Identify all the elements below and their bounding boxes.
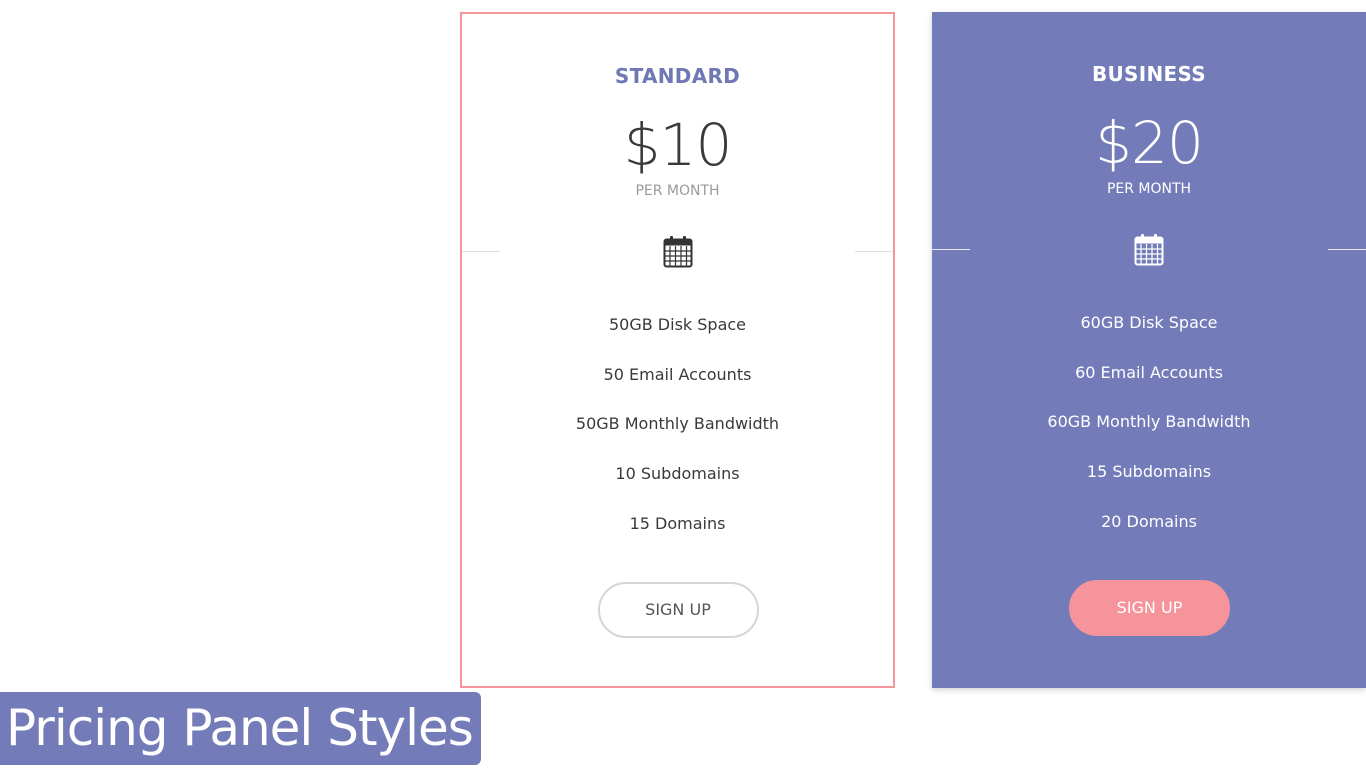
feature-item: 50GB Monthly Bandwidth [575,414,780,434]
calendar-icon [663,236,692,268]
feature-item: 50GB Disk Space [608,315,747,334]
plan-price: $10 [623,111,733,179]
feature-item: 60 Email Accounts [1075,362,1223,382]
divider-line [1328,249,1366,250]
pricing-stage: STANDARD $10 PER MONTH 50GB Disk Space 5… [0,0,1366,768]
feature-list: 60GB Disk Space 60 Email Accounts 60GB M… [932,311,1366,559]
feature-item: 20 Domains [1101,511,1197,531]
feature-item: 15 Domains [629,513,726,533]
plan-period: PER MONTH [1106,181,1192,197]
plan-title: STANDARD [614,64,741,88]
pricing-panel-standard: STANDARD $10 PER MONTH 50GB Disk Space 5… [460,12,895,688]
signup-button[interactable]: SIGN UP [1069,580,1230,636]
divider-line [932,249,970,250]
feature-item: 60GB Monthly Bandwidth [1047,412,1251,432]
divider-line [855,251,893,252]
caption-banner: Pricing Panel Styles [0,692,481,765]
signup-button[interactable]: SIGN UP [597,582,759,638]
plan-price: $20 [1095,109,1204,177]
plan-title: BUSINESS [1091,62,1207,86]
divider-line [462,251,500,252]
plan-period: PER MONTH [635,183,720,199]
feature-item: 60GB Disk Space [1080,313,1218,332]
pricing-panel-business: BUSINESS $20 PER MONTH 60GB Disk Space 6… [932,12,1366,688]
feature-item: 50 Email Accounts [603,364,752,384]
feature-item: 15 Subdomains [1086,462,1212,482]
calendar-icon [1134,234,1164,266]
feature-list: 50GB Disk Space 50 Email Accounts 50GB M… [462,313,893,561]
feature-item: 10 Subdomains [615,464,740,484]
